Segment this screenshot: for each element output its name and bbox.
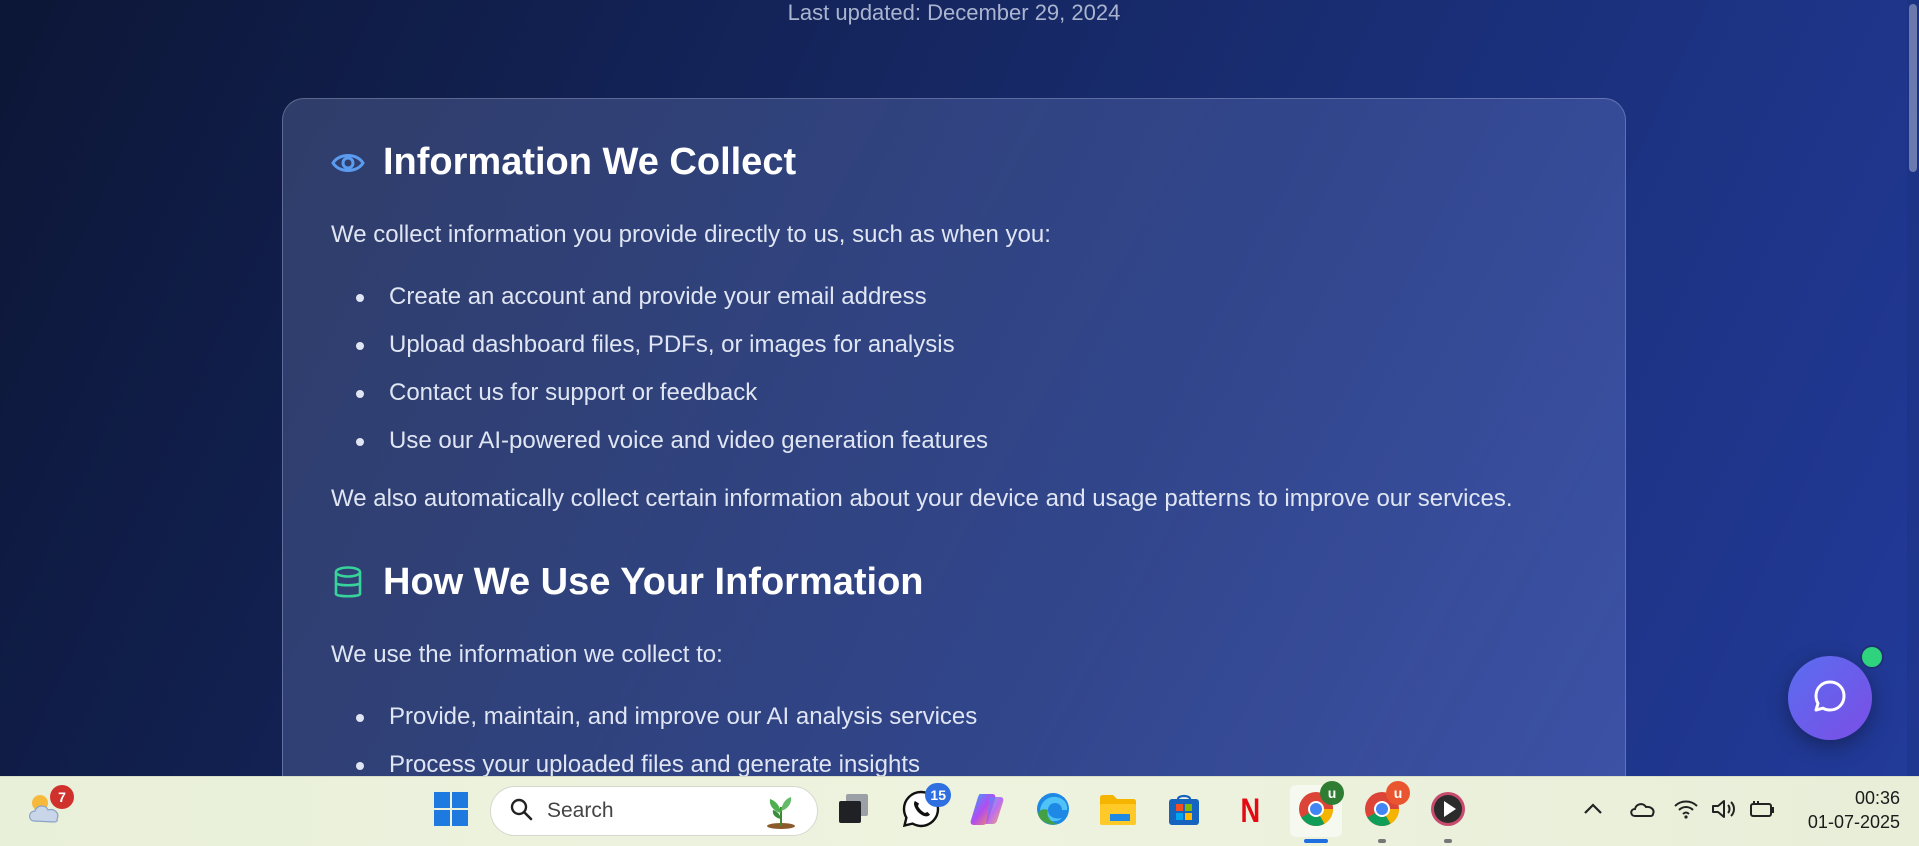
- privacy-policy-page: Last updated: December 29, 2024 Informat…: [0, 0, 1919, 776]
- section-intro: We use the information we collect to:: [331, 641, 723, 668]
- database-icon: [331, 565, 365, 600]
- list-item: Upload dashboard files, PDFs, or images …: [331, 330, 988, 378]
- search-placeholder: Search: [547, 799, 614, 822]
- folder-icon: [1098, 792, 1138, 831]
- active-indicator: [1304, 839, 1328, 843]
- whatsapp-button[interactable]: 15: [895, 783, 951, 837]
- scrollbar-thumb[interactable]: [1909, 4, 1917, 172]
- eye-icon: [331, 146, 365, 180]
- edge-icon: [1034, 790, 1072, 833]
- profile-badge: u: [1320, 781, 1344, 805]
- weather-badge: 7: [50, 785, 74, 809]
- online-status-dot: [1860, 645, 1884, 669]
- section-title: How We Use Your Information: [383, 561, 924, 603]
- onedrive-button[interactable]: [1618, 795, 1666, 827]
- start-button[interactable]: [425, 785, 477, 837]
- chevron-up-icon: [1583, 802, 1603, 821]
- section-intro: We collect information you provide direc…: [331, 221, 1051, 248]
- section-title: Information We Collect: [383, 141, 797, 183]
- page-scrollbar[interactable]: [1907, 0, 1919, 776]
- list-item: Use our AI-powered voice and video gener…: [331, 426, 988, 474]
- edge-button[interactable]: [1027, 785, 1079, 837]
- list-item: Create an account and provide your email…: [331, 282, 988, 330]
- volume-button[interactable]: [1704, 795, 1744, 827]
- copilot-icon: [968, 791, 1006, 832]
- running-indicator: [1444, 839, 1452, 843]
- running-indicator: [1378, 839, 1386, 843]
- wifi-button[interactable]: [1664, 795, 1708, 827]
- weather-widget[interactable]: 7: [20, 785, 74, 837]
- windows-logo-icon: [433, 791, 469, 832]
- section-heading-how-we-use: How We Use Your Information: [331, 561, 924, 604]
- list-item: Provide, maintain, and improve our AI an…: [331, 702, 977, 750]
- clock-date: 01-07-2025: [1807, 812, 1900, 832]
- list-item: Contact us for support or feedback: [331, 378, 988, 426]
- plant-icon: [761, 793, 801, 836]
- chrome-profile-1-button[interactable]: u: [1290, 781, 1344, 843]
- onedrive-cloud-icon: [1628, 800, 1656, 823]
- chrome-profile-2-button[interactable]: u: [1356, 781, 1410, 843]
- netflix-button[interactable]: N: [1224, 785, 1276, 837]
- task-view-button[interactable]: [828, 785, 880, 837]
- volume-icon: [1711, 798, 1737, 825]
- battery-button[interactable]: [1742, 795, 1782, 827]
- clock-time: 00:36: [1854, 788, 1900, 808]
- section-heading-information-we-collect: Information We Collect: [331, 141, 796, 184]
- media-player-icon: [1429, 790, 1467, 833]
- file-explorer-button[interactable]: [1092, 785, 1144, 837]
- taskbar-search[interactable]: Search: [490, 786, 818, 836]
- task-view-icon: [836, 792, 872, 831]
- collected-info-list: Create an account and provide your email…: [331, 282, 988, 474]
- list-item: Process your uploaded files and generate…: [331, 750, 977, 776]
- store-icon: [1166, 791, 1202, 832]
- usage-list: Provide, maintain, and improve our AI an…: [331, 702, 977, 776]
- search-icon: [509, 797, 533, 826]
- netflix-icon: N: [1240, 791, 1260, 830]
- wifi-icon: [1673, 799, 1699, 824]
- policy-card: Information We Collect We collect inform…: [282, 98, 1626, 776]
- microsoft-store-button[interactable]: [1158, 785, 1210, 837]
- media-player-button[interactable]: [1422, 785, 1474, 843]
- battery-icon: [1748, 799, 1776, 824]
- chat-bubble-icon: [1811, 677, 1849, 720]
- last-updated-text: Last updated: December 29, 2024: [787, 0, 1121, 25]
- chat-button[interactable]: [1788, 656, 1872, 740]
- taskbar-clock[interactable]: 00:36 01-07-2025: [1780, 786, 1900, 834]
- show-hidden-icons-button[interactable]: [1568, 795, 1618, 827]
- section-outro: We also automatically collect certain in…: [331, 485, 1513, 512]
- profile-badge: u: [1386, 781, 1410, 805]
- copilot-button[interactable]: [961, 785, 1013, 837]
- whatsapp-badge: 15: [925, 783, 951, 807]
